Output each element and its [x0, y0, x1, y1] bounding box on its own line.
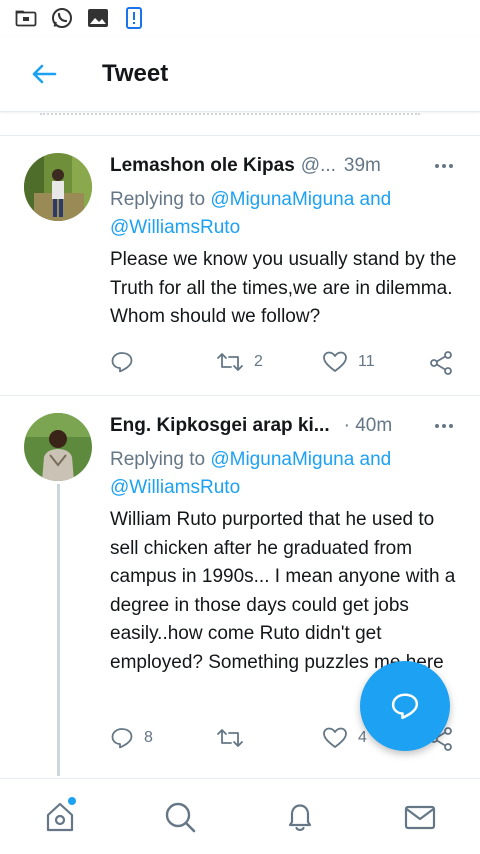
retweet-button[interactable]: [216, 726, 254, 750]
like-button[interactable]: 11: [322, 350, 375, 374]
tweet-reply[interactable]: Lemashon ole Kipas @... 39m Replying to …: [0, 136, 480, 396]
bell-icon: [288, 804, 312, 831]
replying-and[interactable]: and: [360, 189, 392, 210]
mail-icon: [404, 805, 436, 830]
reply-button[interactable]: 8: [110, 726, 153, 750]
whatsapp-icon: [50, 6, 74, 30]
app-header: Tweet: [0, 36, 480, 112]
replying-and[interactable]: and: [360, 449, 392, 470]
replying-to-label: Replying to: [110, 189, 206, 210]
like-count: 4: [358, 729, 367, 746]
retweet-count: 2: [254, 353, 263, 370]
heart-icon: [323, 351, 347, 372]
reply-count: 8: [144, 729, 153, 746]
phone-alert-icon: [122, 6, 146, 30]
previous-tweet-edge: [0, 112, 480, 136]
replying-to: Replying to @MigunaMiguna and @WilliamsR…: [110, 186, 458, 242]
gallery-icon: [86, 6, 110, 30]
mention-link[interactable]: @MigunaMiguna: [210, 449, 354, 470]
share-button[interactable]: [428, 350, 454, 376]
nav-search[interactable]: [162, 799, 198, 835]
more-options-icon[interactable]: [430, 156, 458, 176]
like-count: 11: [358, 353, 375, 370]
author-name[interactable]: Lemashon ole Kipas: [110, 155, 295, 177]
retweet-button[interactable]: 2: [216, 350, 263, 374]
reply-icon: [111, 352, 133, 373]
nav-home[interactable]: [42, 797, 78, 835]
home-icon: [46, 802, 74, 832]
status-bar: [0, 0, 480, 36]
mention-link[interactable]: @WilliamsRuto: [110, 217, 240, 238]
tweet-text: Please we know you usually stand by the …: [110, 249, 457, 327]
back-button[interactable]: [24, 54, 64, 94]
page-title: Tweet: [102, 59, 169, 87]
tweet-actions: 2 11: [110, 350, 460, 378]
tweet-text: William Ruto purported that he used to s…: [110, 509, 456, 673]
reply-button[interactable]: [110, 350, 144, 374]
mention-link[interactable]: @MigunaMiguna: [210, 189, 354, 210]
tweet-time: 39m: [343, 155, 381, 176]
heart-icon: [323, 727, 347, 748]
thread-connector: [57, 484, 60, 776]
reply-bubble-icon: [391, 693, 419, 720]
search-icon: [165, 802, 196, 833]
author-name[interactable]: Eng. Kipkosgei arap ki...: [110, 415, 330, 437]
replying-to: Replying to @MigunaMiguna and @WilliamsR…: [110, 446, 458, 502]
tweet-time: · 40m: [343, 415, 393, 436]
bottom-navigation: [0, 778, 480, 854]
like-button[interactable]: 4: [322, 726, 367, 750]
avatar[interactable]: [24, 153, 92, 221]
replying-to-label: Replying to: [110, 449, 206, 470]
new-content-dot: [68, 797, 76, 805]
folder-icon: [14, 6, 38, 30]
retweet-icon: [217, 729, 243, 747]
mention-link[interactable]: @WilliamsRuto: [110, 477, 240, 498]
share-icon: [430, 351, 452, 375]
nav-messages[interactable]: [402, 799, 438, 835]
avatar[interactable]: [24, 413, 92, 481]
back-arrow-icon: [32, 64, 57, 83]
reply-icon: [111, 728, 133, 749]
nav-notifications[interactable]: [282, 799, 318, 835]
author-handle[interactable]: @...: [301, 155, 336, 177]
compose-reply-button[interactable]: [360, 661, 450, 751]
more-options-icon[interactable]: [430, 416, 458, 436]
retweet-icon: [217, 353, 243, 371]
